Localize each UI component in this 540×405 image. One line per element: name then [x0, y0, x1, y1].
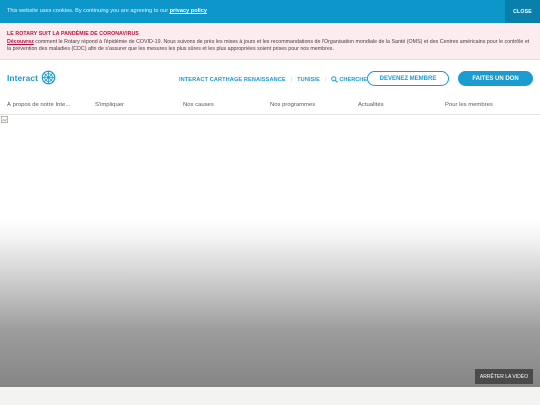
nav-item-members[interactable]: Pour les membres: [445, 102, 493, 108]
alert-title: LE ROTARY SUIT LA PANDÉMIE DE CORONAVIRU…: [7, 31, 139, 37]
privacy-policy-link[interactable]: privacy policy: [170, 8, 207, 14]
nav-item-news[interactable]: Actualités: [358, 102, 384, 108]
cookie-close-button[interactable]: CLOSE: [505, 0, 540, 23]
club-link[interactable]: INTERACT CARTHAGE RENAISSANCE: [179, 77, 286, 83]
broken-image-icon: [1, 116, 8, 123]
covid-alert-banner: LE ROTARY SUIT LA PANDÉMIE DE CORONAVIRU…: [0, 23, 540, 60]
interact-logo[interactable]: Interact: [7, 70, 56, 85]
utility-nav: INTERACT CARTHAGE RENAISSANCE | TUNISIE …: [179, 76, 371, 83]
logo-text: Interact: [7, 72, 39, 83]
search-button[interactable]: CHERCHER: [331, 76, 371, 83]
cookie-text: This website uses cookies. By continuing…: [7, 8, 169, 14]
site-header: Interact INTERACT CARTHAGE RENAISSANCE |…: [0, 60, 540, 98]
page-bottom-strip: [0, 387, 540, 405]
become-member-button[interactable]: DEVENEZ MEMBRE: [367, 71, 449, 86]
cookie-banner: This website uses cookies. By continuing…: [0, 0, 540, 23]
nav-item-get-involved[interactable]: S'impliquer: [95, 102, 124, 108]
alert-discover-link[interactable]: Découvrez: [7, 39, 34, 45]
nav-item-programs[interactable]: Nos programmes: [270, 102, 315, 108]
divider: |: [290, 76, 293, 83]
cookie-message: This website uses cookies. By continuing…: [7, 8, 207, 15]
stop-video-button[interactable]: ARRÊTER LA VIDÉO: [474, 369, 533, 384]
main-nav: À propos de notre Inte... S'impliquer No…: [0, 98, 540, 115]
divider: |: [324, 76, 327, 83]
hero-video: ARRÊTER LA VIDÉO: [0, 115, 540, 387]
country-link[interactable]: TUNISIE: [297, 77, 320, 83]
alert-body: Découvrez comment le Rotary répond à l'é…: [7, 39, 531, 53]
nav-item-about[interactable]: À propos de notre Inte...: [7, 102, 70, 108]
alert-body-text: comment le Rotary répond à l'épidémie de…: [7, 39, 530, 53]
rotary-wheel-icon: [41, 70, 56, 85]
nav-item-causes[interactable]: Nos causes: [183, 102, 214, 108]
donate-button[interactable]: FAITES UN DON: [458, 71, 533, 86]
search-icon: [331, 76, 339, 83]
